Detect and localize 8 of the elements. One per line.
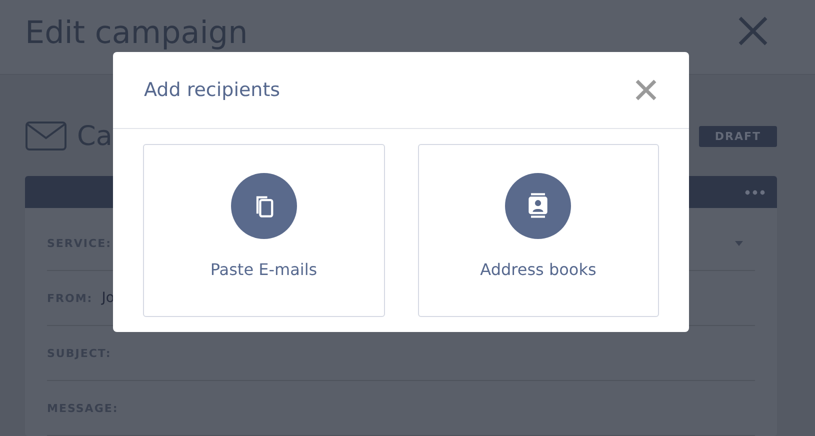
- close-icon[interactable]: [738, 16, 768, 46]
- dialog-title: Add recipients: [144, 79, 280, 101]
- caret-icon[interactable]: [735, 240, 743, 246]
- option-card[interactable]: Paste E-mails: [143, 144, 384, 317]
- envelope-icon: [25, 121, 67, 151]
- more-icon[interactable]: [745, 190, 765, 194]
- option-card[interactable]: Address books: [418, 144, 659, 317]
- close-icon[interactable]: [635, 79, 657, 101]
